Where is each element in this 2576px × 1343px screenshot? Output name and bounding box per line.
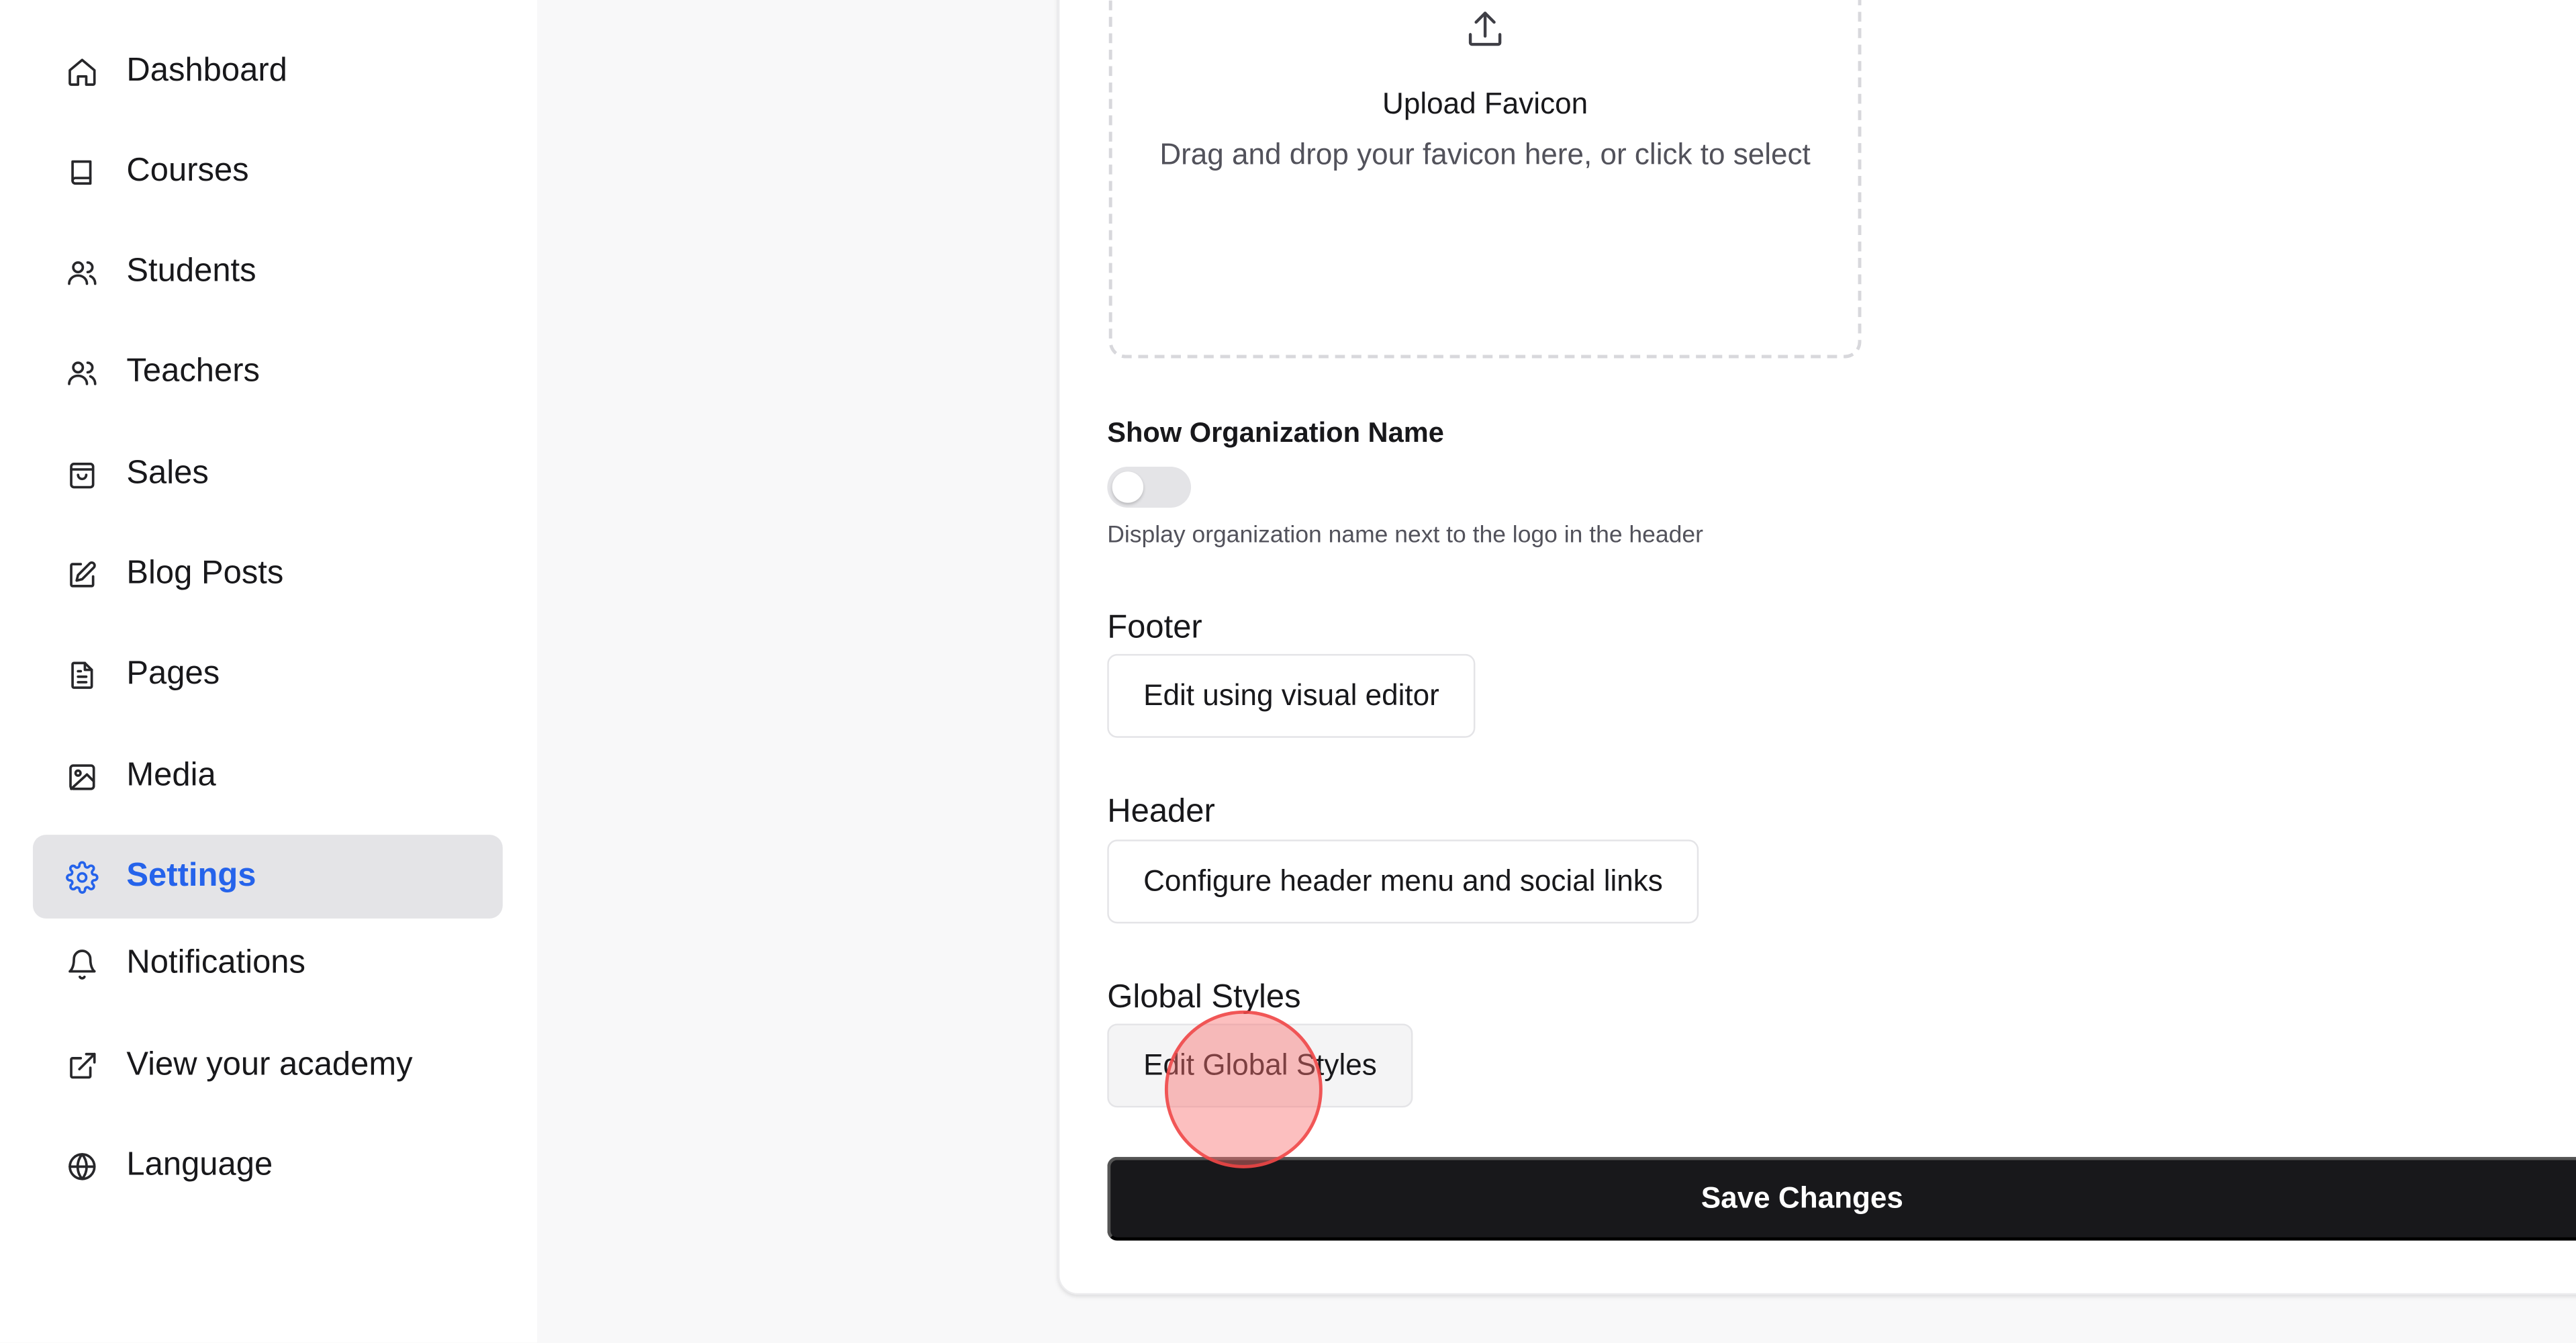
users-icon [66,256,99,289]
sidebar-item-blog-posts[interactable]: Blog Posts [33,532,503,616]
sidebar-item-label: Media [126,757,216,794]
gear-icon [66,860,99,893]
configure-header-button[interactable]: Configure header menu and social links [1107,839,1699,924]
sidebar-item-teachers[interactable]: Teachers [33,330,503,414]
sidebar: Dashboard Courses Students Teachers Sale… [0,0,538,1343]
sidebar-item-label: Dashboard [126,52,287,89]
edit-global-styles-button[interactable]: Edit Global Styles [1107,1023,1413,1108]
sidebar-item-settings[interactable]: Settings [32,835,503,919]
sidebar-item-label: Sales [126,455,209,492]
app-window: Dashboard Courses Students Teachers Sale… [0,0,2576,1343]
edit-footer-button[interactable]: Edit using visual editor [1107,653,1476,738]
bell-icon [66,947,99,980]
upload-favicon-title: Upload Favicon [1382,87,1588,120]
sidebar-item-label: Language [126,1147,273,1183]
external-link-icon [66,1049,99,1082]
sidebar-item-pages[interactable]: Pages [33,633,503,716]
sidebar-item-courses[interactable]: Courses [33,130,503,214]
sidebar-item-label: Notifications [126,945,305,981]
upload-favicon-subtitle: Drag and drop your favicon here, or clic… [1159,138,1811,171]
book-icon [66,155,99,188]
sidebar-item-label: View your academy [126,1046,413,1083]
show-org-name-help: Display organization name next to the lo… [1107,522,1703,549]
header-label: Header [1107,793,1215,830]
sidebar-item-label: Settings [126,858,256,894]
sidebar-item-notifications[interactable]: Notifications [33,922,503,1006]
sidebar-item-media[interactable]: Media [33,735,503,819]
sidebar-item-label: Teachers [126,353,260,389]
sidebar-item-dashboard[interactable]: Dashboard [33,30,503,113]
sidebar-item-view-your-academy[interactable]: View your academy [33,1023,503,1107]
shopping-bag-icon [66,457,99,490]
globe-icon [66,1150,99,1183]
favicon-dropzone[interactable] [1108,0,1862,359]
toggle-knob [1112,471,1144,503]
users-icon [66,356,99,389]
show-org-name-toggle[interactable] [1107,466,1192,508]
sidebar-item-sales[interactable]: Sales [33,432,503,516]
footer-label: Footer [1107,609,1202,646]
sidebar-item-students[interactable]: Students [33,230,503,314]
image-icon [66,760,99,793]
home-icon [66,55,99,88]
sidebar-item-label: Blog Posts [126,555,284,592]
global-styles-label: Global Styles [1107,979,1301,1016]
show-org-name-label: Show Organization Name [1107,417,1444,449]
file-text-icon [66,658,99,691]
sidebar-item-language[interactable]: Language [33,1124,503,1208]
edit-icon [66,558,99,591]
sidebar-item-label: Courses [126,152,249,189]
save-changes-button[interactable]: Save Changes [1107,1156,2576,1241]
sidebar-item-label: Pages [126,655,220,692]
upload-icon [1466,8,1505,51]
sidebar-item-label: Students [126,252,256,289]
